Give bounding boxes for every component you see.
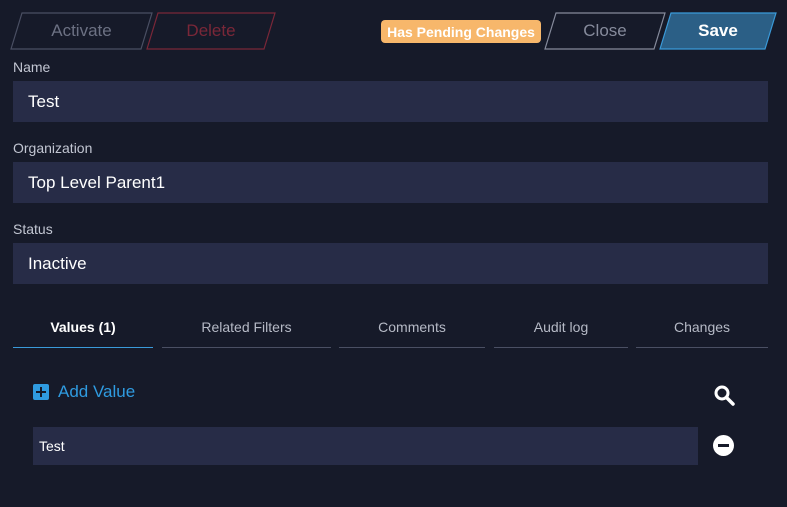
organization-label: Organization [13,140,93,156]
search-icon[interactable] [713,384,735,406]
status-label: Status [13,221,53,237]
plus-square-icon [33,384,49,400]
name-field[interactable]: Test [13,81,768,122]
add-value-label: Add Value [58,382,136,401]
name-label: Name [13,59,51,75]
pending-changes-badge: Has Pending Changes [381,20,541,43]
minus-circle-icon[interactable] [713,435,734,456]
close-button[interactable]: Close [544,12,666,50]
status-field[interactable]: Inactive [13,243,768,284]
close-button-label: Close [583,21,627,40]
tab-changes[interactable]: Changes [636,306,768,348]
activate-button[interactable]: Activate [10,12,153,50]
save-button[interactable]: Save [659,12,777,50]
tab-related-filters[interactable]: Related Filters [162,306,331,348]
tab-values[interactable]: Values (1) [13,306,153,348]
add-value-button[interactable]: Add Value [33,382,135,402]
organization-field[interactable]: Top Level Parent1 [13,162,768,203]
delete-button-label: Delete [186,21,236,40]
delete-button[interactable]: Delete [146,12,276,50]
save-button-label: Save [698,21,738,40]
tab-audit-log[interactable]: Audit log [494,306,628,348]
activate-button-label: Activate [51,21,112,40]
tab-comments[interactable]: Comments [339,306,485,348]
value-item[interactable]: Test [33,427,698,465]
